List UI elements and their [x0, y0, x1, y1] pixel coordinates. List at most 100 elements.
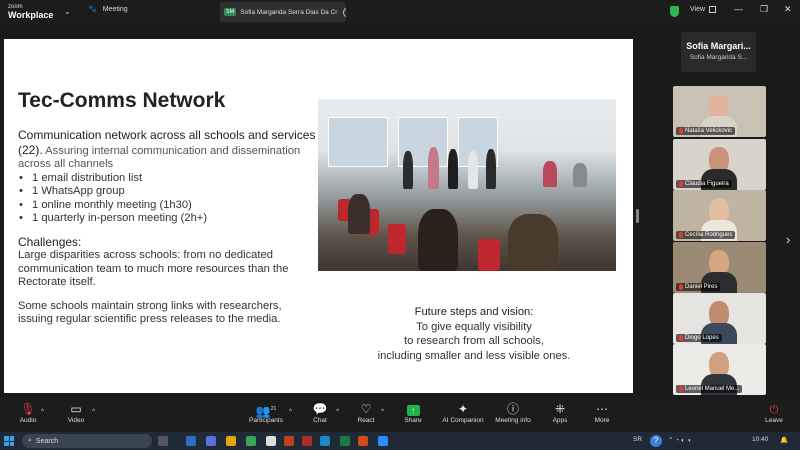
participant-tile[interactable]: Cecília Rodrigues	[673, 190, 766, 241]
copilot-icon[interactable]	[206, 436, 216, 446]
participants-label: Participants	[249, 417, 283, 424]
grid-icon	[709, 6, 717, 13]
system-tray-icons[interactable]: ⌃ ◔ ◐ ◑	[668, 436, 691, 444]
future-line: including smaller and less visible ones.	[377, 349, 571, 362]
chevron-up-icon[interactable]: ^	[336, 408, 339, 415]
meeting-photo	[318, 99, 616, 271]
bullet-item: 1 WhatsApp group	[18, 185, 318, 199]
excel-icon[interactable]	[340, 436, 350, 446]
more-icon[interactable]: ···	[343, 7, 346, 17]
windows-start-icon[interactable]	[4, 436, 14, 446]
participant-tile[interactable]: Daniel Pires	[673, 242, 766, 293]
participant-name: Daniel Pires	[685, 284, 718, 290]
shared-slide: Tec-Comms Network Communication network …	[4, 39, 633, 393]
participants-icon: 👥21	[255, 404, 277, 418]
react-button[interactable]: ♡ React	[354, 402, 378, 424]
bullet-item: 1 online monthly meeting (1h30)	[18, 199, 318, 213]
edge-icon[interactable]	[320, 436, 330, 446]
language-indicator[interactable]: SR	[633, 436, 642, 443]
more-button[interactable]: ⋯ More	[590, 402, 614, 424]
title-bar: zoom Workplace ⌄ 🐾 Meeting SM Sofia Marg…	[0, 0, 800, 24]
react-label: React	[357, 417, 375, 424]
app-icon[interactable]	[266, 436, 276, 446]
file-explorer-icon[interactable]	[226, 436, 236, 446]
participant-name-tag: Diogo Lopes	[676, 334, 722, 342]
powerpoint-icon[interactable]	[284, 436, 294, 446]
security-shield-icon[interactable]	[670, 6, 679, 17]
restore-icon[interactable]: ❐	[760, 4, 768, 15]
chevron-up-icon[interactable]: ^	[92, 408, 95, 415]
chevron-up-icon[interactable]: ^	[289, 408, 292, 415]
help-icon[interactable]: ?	[650, 435, 662, 447]
apps-button[interactable]: ⁜ Apps	[548, 402, 572, 424]
minimize-icon[interactable]: —	[734, 4, 743, 14]
audio-button[interactable]: 🎙 Audio	[16, 402, 40, 424]
chat-icon: 💬	[312, 402, 328, 416]
view-label: View	[690, 6, 706, 13]
task-view-icon[interactable]	[158, 436, 168, 446]
meeting-info-button[interactable]: ⓘ Meeting info	[492, 402, 534, 424]
challenges-heading: Challenges:	[18, 234, 82, 249]
share-button[interactable]: ↑ Share	[401, 402, 425, 424]
close-icon[interactable]: ✕	[784, 4, 792, 15]
paw-icon: 🐾	[88, 6, 97, 13]
participant-tile[interactable]: Nataša Velickovic	[673, 86, 766, 137]
office-icon[interactable]	[358, 436, 368, 446]
more-icon: ⋯	[596, 402, 608, 416]
participant-name-tag: Daniel Pires	[676, 283, 721, 291]
sparkle-icon: ✦	[457, 402, 469, 416]
future-line: to research from all schools,	[404, 335, 544, 347]
clock[interactable]: 10:40	[752, 436, 768, 443]
chevron-down-icon[interactable]: ⌄	[64, 7, 71, 16]
outlook-icon[interactable]	[186, 436, 196, 446]
leave-label: Leave	[765, 417, 783, 424]
participant-tile[interactable]: Leonel Manuel Me...	[673, 344, 766, 395]
self-name-sub: Sofia Margarida S...	[689, 54, 748, 61]
meeting-tab[interactable]: 🐾 Meeting	[88, 5, 128, 14]
slide-title: Tec-Comms Network	[18, 89, 226, 112]
participant-tile[interactable]: Claudia Figueira	[673, 139, 766, 190]
mic-muted-icon	[679, 128, 683, 134]
participant-tile[interactable]: Diogo Lopes	[673, 293, 766, 344]
audio-label: Audio	[19, 417, 37, 424]
self-video-tile[interactable]: Sofia Margari... Sofia Margarida S...	[681, 32, 756, 72]
mic-muted-icon: 🎙	[20, 402, 36, 416]
mic-muted-icon	[679, 232, 683, 238]
mic-muted-icon	[679, 284, 683, 290]
participant-name-tag: Claudia Figueira	[676, 180, 732, 188]
participants-button[interactable]: 👥21 Participants	[246, 402, 286, 424]
view-button[interactable]: View	[690, 6, 717, 13]
share-screen-icon: ↑	[406, 405, 420, 416]
chevron-up-icon[interactable]: ^	[381, 408, 384, 415]
zoom-icon[interactable]	[378, 436, 388, 446]
more-label: More	[594, 417, 610, 424]
heart-icon: ♡	[360, 402, 372, 416]
slide-left-column: Communication network across all schools…	[18, 128, 318, 327]
chevron-right-icon[interactable]: ›	[786, 232, 790, 247]
notification-icon[interactable]: 🔔	[780, 436, 788, 444]
challenges-text-2: Some schools maintain strong links with …	[18, 299, 282, 326]
zoom-logo: zoom Workplace	[8, 3, 53, 20]
chat-button[interactable]: 💬 Chat	[308, 402, 332, 424]
resize-handle[interactable]	[636, 209, 639, 223]
meeting-tab-label: Meeting	[102, 5, 128, 13]
participant-name: Cecília Rodrigues	[685, 232, 733, 238]
screen-share-tab[interactable]: SM Sofia Margarida Serra Dias Da Cr ···	[220, 2, 346, 22]
share-tab-label: Sofia Margarida Serra Dias Da Cr	[240, 8, 338, 16]
self-name: Sofia Margari...	[686, 41, 751, 51]
future-steps-block: Future steps and vision: To give equally…	[344, 305, 604, 363]
video-button[interactable]: ▭ Video	[64, 402, 88, 424]
acrobat-icon[interactable]	[302, 436, 312, 446]
chevron-up-icon[interactable]: ^	[41, 408, 44, 415]
ai-companion-button[interactable]: ✦ AI Companion	[440, 402, 486, 424]
search-icon: ⌕	[28, 437, 32, 444]
video-camera-icon: ▭	[70, 402, 82, 416]
chrome-icon[interactable]	[246, 436, 256, 446]
participant-name-tag: Nataša Velickovic	[676, 127, 736, 135]
mic-muted-icon	[679, 335, 683, 341]
participant-name: Leonel Manuel Me...	[685, 386, 740, 392]
taskbar-search[interactable]: ⌕ Search	[22, 434, 152, 448]
leave-button[interactable]: ⏻ Leave	[762, 402, 786, 424]
share-avatar-badge: SM	[224, 8, 237, 16]
bullet-list: 1 email distribution list 1 WhatsApp gro…	[18, 172, 318, 226]
